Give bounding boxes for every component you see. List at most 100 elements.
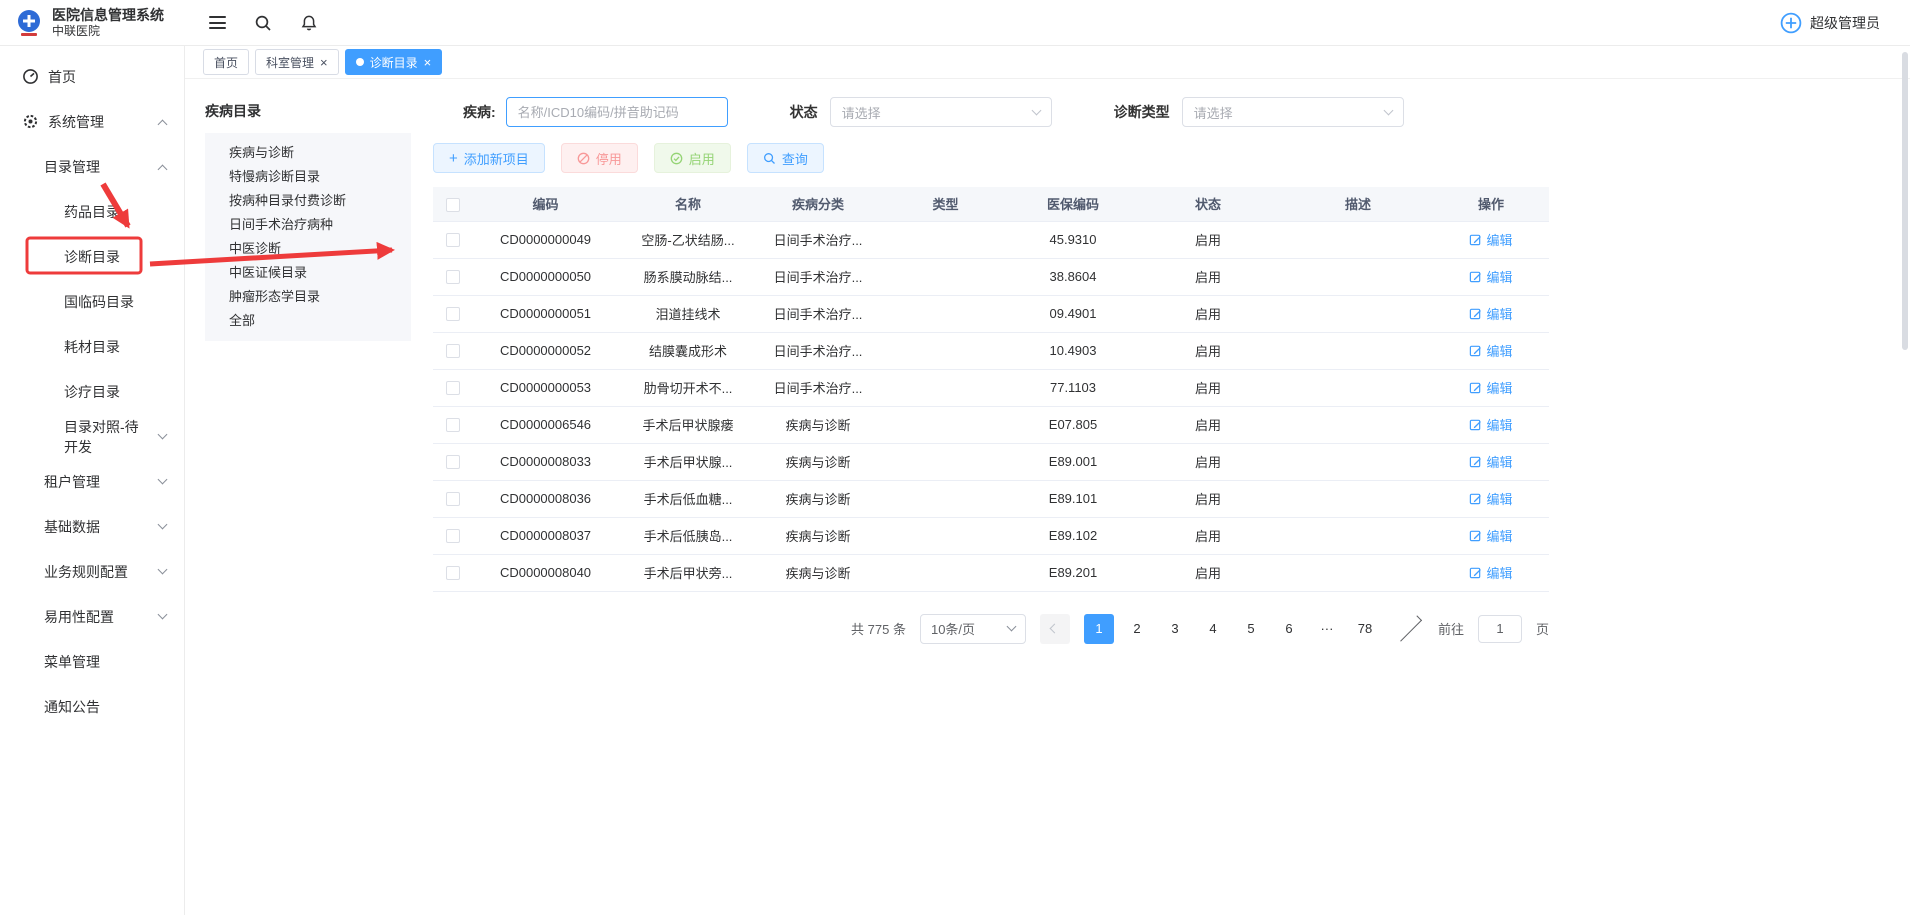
page-button[interactable]: 5 bbox=[1236, 614, 1266, 644]
collapse-menu-icon[interactable] bbox=[207, 13, 227, 33]
page-button[interactable]: 4 bbox=[1198, 614, 1228, 644]
column-header[interactable]: 名称 bbox=[618, 187, 758, 221]
page-button[interactable]: 78 bbox=[1350, 614, 1380, 644]
catalog-item[interactable]: 按病种目录付费诊断 bbox=[205, 189, 411, 213]
sidebar-item-tenant-mgmt[interactable]: 租户管理 bbox=[0, 459, 184, 504]
tab-home[interactable]: 首页 bbox=[203, 49, 249, 75]
edit-button[interactable]: 编辑 bbox=[1469, 526, 1512, 545]
diagnosis-section: 疾病: 状态 请选择 诊断类型 请选择 bbox=[433, 95, 1910, 915]
sidebar-item-base-data[interactable]: 基础数据 bbox=[0, 504, 184, 549]
brand: 医院信息管理系统 中联医院 bbox=[0, 6, 185, 40]
diagnosis-type-select[interactable]: 请选择 bbox=[1182, 97, 1404, 127]
sidebar-item-consumables-catalog[interactable]: 耗材目录 bbox=[0, 324, 184, 369]
sidebar-item-catalog-mapping[interactable]: 目录对照-待开发 bbox=[0, 414, 184, 459]
table-row[interactable]: CD0000006546 手术后甲状腺瘘 疾病与诊断 E07.805 启用 bbox=[433, 406, 1549, 443]
query-button[interactable]: 查询 bbox=[747, 143, 824, 173]
status-select[interactable]: 请选择 bbox=[830, 97, 1052, 127]
cell-type bbox=[878, 369, 1013, 406]
table-row[interactable]: CD0000008037 手术后低胰岛... 疾病与诊断 E89.102 启用 bbox=[433, 517, 1549, 554]
edit-button[interactable]: 编辑 bbox=[1469, 563, 1512, 582]
column-header[interactable]: 类型 bbox=[878, 187, 1013, 221]
row-checkbox[interactable] bbox=[446, 529, 460, 543]
edit-button[interactable]: 编辑 bbox=[1469, 304, 1512, 323]
row-checkbox[interactable] bbox=[446, 233, 460, 247]
catalog-item[interactable]: 全部 bbox=[205, 309, 411, 333]
catalog-item[interactable]: 疾病与诊断 bbox=[205, 141, 411, 165]
goto-page-input[interactable] bbox=[1478, 615, 1522, 643]
row-checkbox[interactable] bbox=[446, 307, 460, 321]
prev-page-button[interactable] bbox=[1040, 614, 1070, 644]
column-header[interactable]: 操作 bbox=[1433, 187, 1549, 221]
edit-button[interactable]: 编辑 bbox=[1469, 378, 1512, 397]
edit-button[interactable]: 编辑 bbox=[1469, 452, 1512, 471]
sidebar-item-national-code-catalog[interactable]: 国临码目录 bbox=[0, 279, 184, 324]
disease-search-input[interactable] bbox=[518, 105, 716, 120]
edit-button[interactable]: 编辑 bbox=[1469, 341, 1512, 360]
column-header[interactable]: 疾病分类 bbox=[758, 187, 878, 221]
cell-name: 手术后甲状腺瘘 bbox=[618, 406, 758, 443]
cell-category: 日间手术治疗... bbox=[758, 258, 878, 295]
row-checkbox[interactable] bbox=[446, 344, 460, 358]
tab-department-mgmt[interactable]: 科室管理 × bbox=[255, 49, 339, 75]
table-row[interactable]: CD0000008036 手术后低血糖... 疾病与诊断 E89.101 启用 bbox=[433, 480, 1549, 517]
edit-button[interactable]: 编辑 bbox=[1469, 267, 1512, 286]
more-pages-icon[interactable]: ··· bbox=[1312, 614, 1342, 644]
row-checkbox[interactable] bbox=[446, 381, 460, 395]
sidebar-item-system-mgmt[interactable]: 系统管理 bbox=[0, 99, 184, 144]
sidebar-item-business-rules[interactable]: 业务规则配置 bbox=[0, 549, 184, 594]
edit-button[interactable]: 编辑 bbox=[1469, 415, 1512, 434]
row-checkbox[interactable] bbox=[446, 270, 460, 284]
page-size-select[interactable]: 10条/页 bbox=[920, 614, 1026, 644]
column-header[interactable]: 医保编码 bbox=[1013, 187, 1133, 221]
edit-button[interactable]: 编辑 bbox=[1469, 230, 1512, 249]
add-item-button[interactable]: + 添加新项目 bbox=[433, 143, 545, 173]
row-checkbox[interactable] bbox=[446, 566, 460, 580]
catalog-item[interactable]: 中医证候目录 bbox=[205, 261, 411, 285]
sidebar-item-treatment-catalog[interactable]: 诊疗目录 bbox=[0, 369, 184, 414]
table-row[interactable]: CD0000000049 空肠-乙状结肠... 日间手术治疗... 45.931… bbox=[433, 221, 1549, 258]
user-menu[interactable]: 超级管理员 bbox=[1780, 12, 1910, 34]
close-icon[interactable]: × bbox=[320, 56, 328, 69]
sidebar-item-usability-config[interactable]: 易用性配置 bbox=[0, 594, 184, 639]
sidebar-item-home[interactable]: 首页 bbox=[0, 54, 184, 99]
page-button[interactable]: 6 bbox=[1274, 614, 1304, 644]
search-icon[interactable] bbox=[253, 13, 273, 33]
page-button[interactable]: 2 bbox=[1122, 614, 1152, 644]
sidebar-item-notice[interactable]: 通知公告 bbox=[0, 684, 184, 729]
cell-type bbox=[878, 332, 1013, 369]
sidebar-item-catalog-mgmt[interactable]: 目录管理 bbox=[0, 144, 184, 189]
row-checkbox[interactable] bbox=[446, 418, 460, 432]
table-row[interactable]: CD0000000053 肋骨切开术不... 日间手术治疗... 77.1103… bbox=[433, 369, 1549, 406]
close-icon[interactable]: × bbox=[424, 56, 432, 69]
catalog-item[interactable]: 中医诊断 bbox=[205, 237, 411, 261]
row-checkbox[interactable] bbox=[446, 492, 460, 506]
vertical-scrollbar[interactable] bbox=[1902, 52, 1908, 350]
table-row[interactable]: CD0000000051 泪道挂线术 日间手术治疗... 09.4901 启用 bbox=[433, 295, 1549, 332]
next-page-button[interactable] bbox=[1394, 614, 1424, 644]
catalog-item[interactable]: 特慢病诊断目录 bbox=[205, 165, 411, 189]
column-header[interactable]: 状态 bbox=[1133, 187, 1283, 221]
sidebar-item-diagnosis-catalog[interactable]: 诊断目录 bbox=[0, 234, 184, 279]
catalog-item[interactable]: 肿瘤形态学目录 bbox=[205, 285, 411, 309]
row-checkbox[interactable] bbox=[446, 455, 460, 469]
sidebar-item-menu-mgmt[interactable]: 菜单管理 bbox=[0, 639, 184, 684]
table-row[interactable]: CD0000000052 结膜囊成形术 日间手术治疗... 10.4903 启用 bbox=[433, 332, 1549, 369]
bell-icon[interactable] bbox=[299, 13, 319, 33]
disable-button[interactable]: 停用 bbox=[561, 143, 638, 173]
user-name: 超级管理员 bbox=[1810, 13, 1880, 33]
catalog-item[interactable]: 日间手术治疗病种 bbox=[205, 213, 411, 237]
edit-button[interactable]: 编辑 bbox=[1469, 489, 1512, 508]
page-button[interactable]: 1 bbox=[1084, 614, 1114, 644]
table-row[interactable]: CD0000000050 肠系膜动脉结... 日间手术治疗... 38.8604… bbox=[433, 258, 1549, 295]
table-row[interactable]: CD0000008033 手术后甲状腺... 疾病与诊断 E89.001 启用 bbox=[433, 443, 1549, 480]
cell-name: 空肠-乙状结肠... bbox=[618, 221, 758, 258]
enable-button[interactable]: 启用 bbox=[654, 143, 731, 173]
column-header[interactable]: 描述 bbox=[1283, 187, 1433, 221]
select-all-checkbox[interactable] bbox=[446, 198, 460, 212]
column-header[interactable]: 编码 bbox=[473, 187, 618, 221]
table-row[interactable]: CD0000008040 手术后甲状旁... 疾病与诊断 E89.201 启用 bbox=[433, 554, 1549, 591]
edit-icon bbox=[1469, 566, 1482, 579]
tab-diagnosis-catalog[interactable]: 诊断目录 × bbox=[345, 49, 443, 75]
page-button[interactable]: 3 bbox=[1160, 614, 1190, 644]
sidebar-item-drug-catalog[interactable]: 药品目录 bbox=[0, 189, 184, 234]
